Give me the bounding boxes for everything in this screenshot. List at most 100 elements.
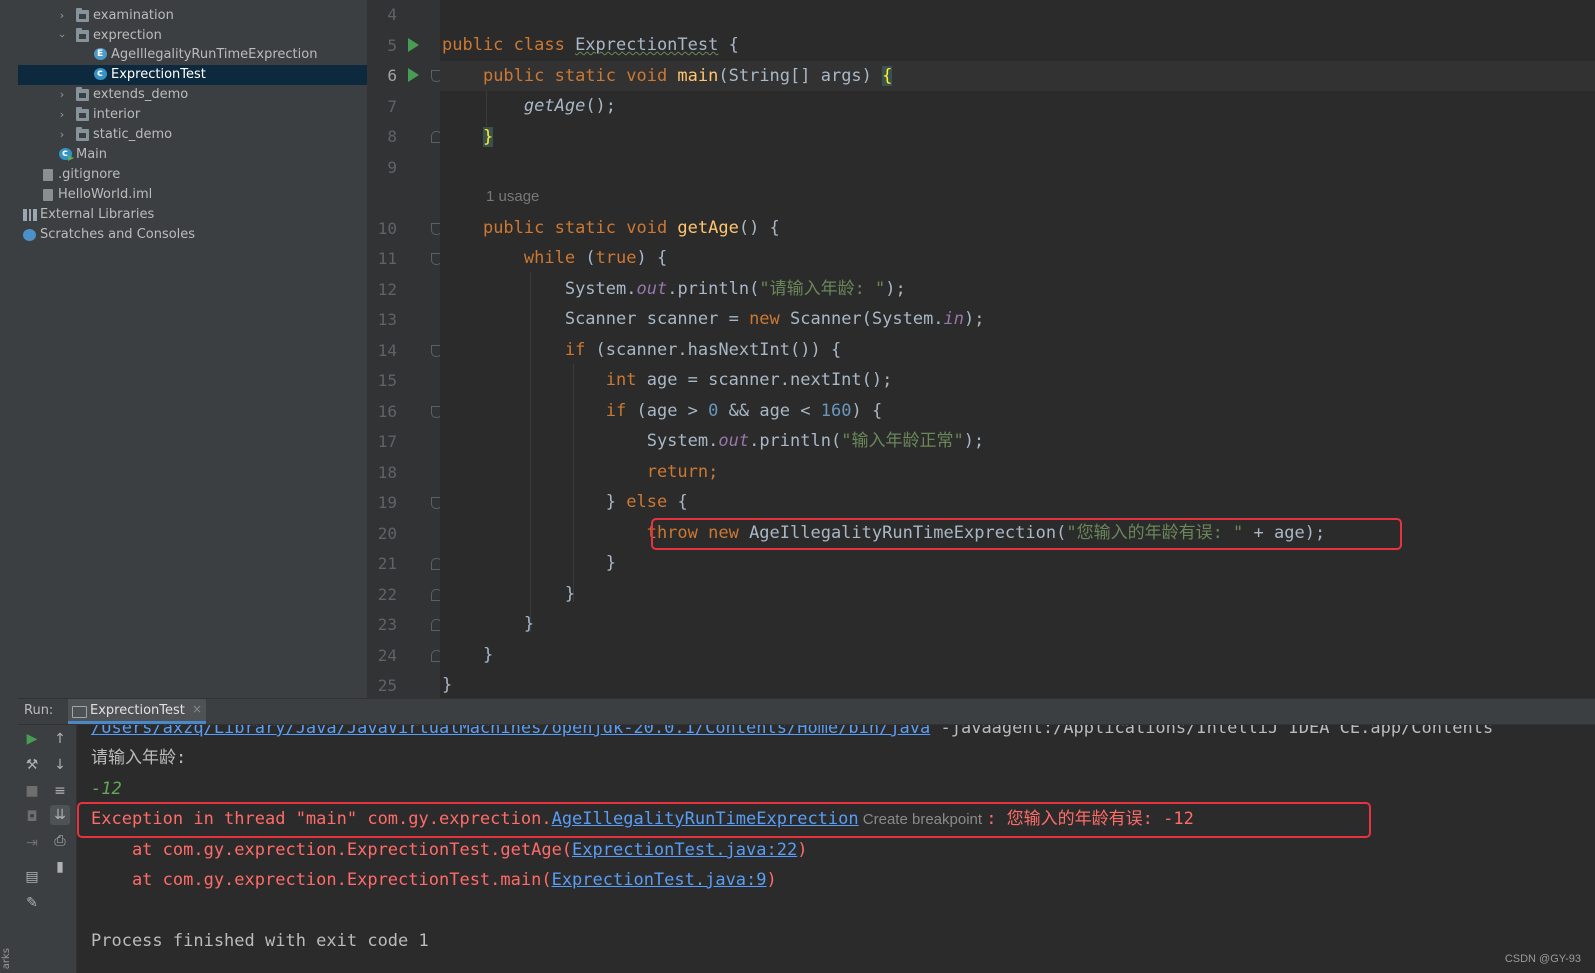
- line-number-current: 6: [387, 66, 397, 85]
- line-number: 16: [377, 402, 397, 421]
- line-number: 15: [377, 371, 397, 390]
- line-number: 20: [377, 524, 397, 543]
- code-line-13: Scanner scanner = new Scanner(System.in)…: [564, 309, 985, 329]
- tree-item-exprection[interactable]: › exprection: [18, 26, 367, 46]
- console-line-prompt: 请输入年龄:: [91, 748, 187, 768]
- run-class-icon[interactable]: [408, 38, 419, 52]
- chevron-right-icon[interactable]: ›: [56, 105, 68, 125]
- tree-item-label: ExprectionTest: [111, 67, 206, 82]
- tree-item-label: interior: [93, 107, 141, 122]
- code-line-18: return;: [646, 462, 719, 482]
- console-line-exit: Process finished with exit code 1: [91, 931, 429, 951]
- rerun-icon[interactable]: ▶: [22, 729, 42, 749]
- run-tab-exprection-test[interactable]: ExprectionTest ×: [68, 699, 206, 724]
- tree-item-interior[interactable]: › interior: [18, 105, 367, 125]
- main-class-icon: [59, 144, 74, 164]
- print-icon[interactable]: ⎙: [50, 831, 70, 851]
- tree-item-label: Main: [76, 147, 108, 162]
- console-line-trace-1: at com.gy.exprection.ExprectionTest.getA…: [91, 840, 808, 860]
- tree-item-scratches[interactable]: Scratches and Consoles: [18, 225, 367, 245]
- bookmarks-tool-label[interactable]: arks: [1, 948, 12, 969]
- line-number: 12: [377, 280, 397, 299]
- run-label: Run:: [24, 703, 54, 718]
- tree-item-gitignore[interactable]: .gitignore: [18, 165, 367, 185]
- exit-icon[interactable]: ⇥: [22, 833, 42, 853]
- tree-item-exprection-test[interactable]: ExprectionTest: [18, 64, 367, 85]
- line-number: 8: [387, 127, 397, 146]
- java-path-link[interactable]: /Users/axzq/Library/Java/JavaVirtualMach…: [91, 725, 930, 738]
- line-number: 22: [377, 585, 397, 604]
- chevron-right-icon[interactable]: ›: [56, 125, 68, 145]
- line-number: 19: [377, 493, 397, 512]
- tree-item-label: extends_demo: [93, 87, 189, 102]
- trash-icon[interactable]: ▮: [50, 857, 70, 877]
- run-main-icon[interactable]: [408, 68, 419, 82]
- trace-link-getage[interactable]: ExprectionTest.java:22: [572, 840, 797, 860]
- camera-icon[interactable]: ◘: [22, 807, 42, 827]
- wrench-icon[interactable]: ⚒: [22, 755, 42, 775]
- code-line-7: getAge();: [523, 96, 617, 116]
- tree-item-label: AgeIllegalityRunTimeExprection: [111, 47, 318, 62]
- line-number: 5: [387, 36, 397, 55]
- code-line-8: }: [482, 127, 494, 147]
- tree-item-label: HelloWorld.iml: [58, 187, 153, 202]
- line-number: 24: [377, 646, 397, 665]
- chevron-down-icon[interactable]: ›: [52, 30, 72, 42]
- code-line-12: System.out.println("请输入年龄: ");: [564, 279, 906, 299]
- line-number: 13: [377, 310, 397, 329]
- tree-item-helloworld-iml[interactable]: HelloWorld.iml: [18, 185, 367, 205]
- console-toolbar: ▶ ↑ ⚒ ↓ ■ ≡ ◘ ⇊ ⇥ ⎙ ▮ ▤ ✎: [18, 725, 77, 973]
- usage-hint[interactable]: 1 usage: [486, 188, 539, 205]
- run-tool-window-header: Run: ExprectionTest ×: [18, 698, 1595, 725]
- code-line-24: }: [482, 645, 494, 665]
- tree-item-label: exprection: [93, 28, 162, 43]
- watermark: CSDN @GY-93: [1504, 953, 1581, 965]
- line-number: 17: [377, 432, 397, 451]
- stop-icon[interactable]: ■: [22, 781, 42, 801]
- line-number: 14: [377, 341, 397, 360]
- code-line-16: if (age > 0 && age < 160) {: [605, 401, 883, 421]
- tree-item-extends-demo[interactable]: › extends_demo: [18, 85, 367, 105]
- tree-item-label: External Libraries: [40, 207, 155, 222]
- tree-item-age-illegality-exception[interactable]: AgeIllegalityRunTimeExprection: [18, 44, 367, 65]
- run-tab-label: ExprectionTest: [90, 703, 185, 718]
- close-tab-icon[interactable]: ×: [192, 702, 202, 716]
- code-editor[interactable]: public class ExprectionTest { public sta…: [440, 0, 1595, 698]
- console-line-command: /Users/axzq/Library/Java/JavaVirtualMach…: [91, 725, 1493, 741]
- soft-wrap-icon[interactable]: ≡: [50, 781, 70, 801]
- chevron-right-icon[interactable]: ›: [56, 85, 68, 105]
- arrow-up-icon[interactable]: ↑: [50, 729, 70, 749]
- file-icon: [43, 169, 53, 181]
- arrow-down-icon[interactable]: ↓: [50, 755, 70, 775]
- line-number: 4: [387, 5, 397, 24]
- chevron-right-icon[interactable]: ›: [56, 6, 68, 26]
- tree-item-examination[interactable]: › examination: [18, 6, 367, 26]
- tree-item-label: Scratches and Consoles: [40, 227, 196, 242]
- tree-item-label: .gitignore: [58, 167, 121, 182]
- line-number: 23: [377, 615, 397, 634]
- line-number: 10: [377, 219, 397, 238]
- folder-icon: [76, 87, 89, 101]
- tree-item-main[interactable]: Main: [18, 144, 367, 165]
- code-line-5: public class ExprectionTest {: [442, 35, 739, 55]
- scroll-to-end-icon[interactable]: ⇊: [50, 805, 70, 825]
- code-line-14: if (scanner.hasNextInt()) {: [564, 340, 842, 360]
- console-line-input: -12: [91, 779, 122, 799]
- tree-item-label: examination: [93, 8, 174, 23]
- exception-class-icon: [94, 44, 107, 64]
- code-line-23: }: [523, 614, 535, 634]
- line-number: 25: [377, 676, 397, 695]
- left-tool-strip: arks: [0, 0, 19, 973]
- class-icon: [94, 64, 107, 84]
- line-number: 18: [377, 463, 397, 482]
- console-output[interactable]: /Users/axzq/Library/Java/JavaVirtualMach…: [77, 725, 1595, 973]
- pin-icon[interactable]: ✎: [22, 893, 42, 913]
- layout-icon[interactable]: ▤: [22, 867, 42, 887]
- code-line-25: }: [442, 675, 453, 695]
- trace-link-main[interactable]: ExprectionTest.java:9: [552, 870, 767, 890]
- scratches-icon: [23, 229, 36, 241]
- code-line-22: }: [564, 584, 576, 604]
- console-icon: [72, 706, 87, 718]
- tree-item-external-libraries[interactable]: External Libraries: [18, 205, 367, 225]
- tree-item-static-demo[interactable]: › static_demo: [18, 125, 367, 145]
